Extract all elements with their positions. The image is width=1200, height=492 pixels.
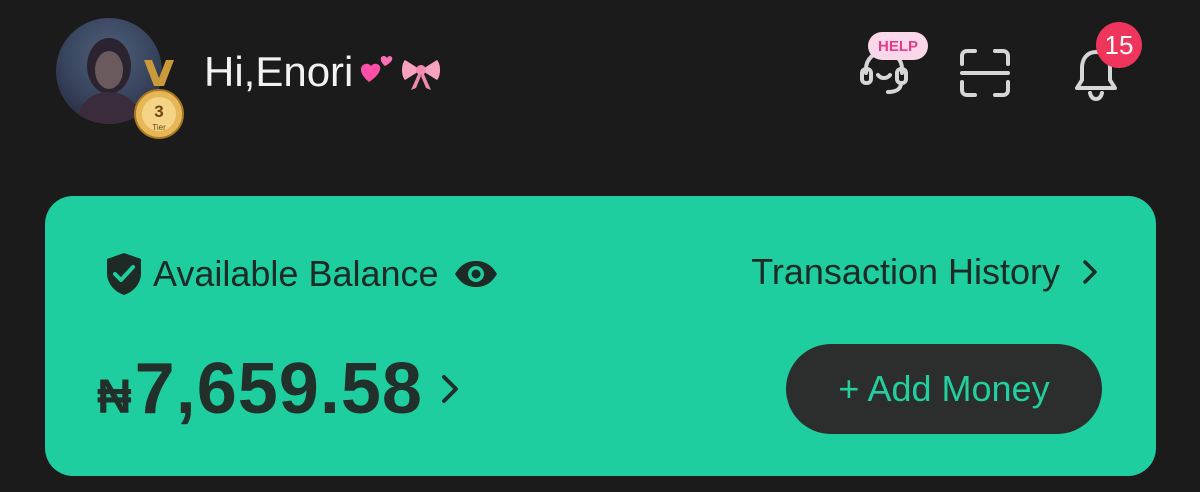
greeting: Hi,Enori [204,42,441,102]
available-balance-row: Available Balance [103,250,499,298]
chevron-right-icon [1083,260,1097,284]
greeting-text: Hi,Enori [204,48,354,95]
ribbon-emoji-icon [402,60,441,90]
balance-card: Available Balance Transaction History ₦7… [45,196,1156,476]
eye-icon[interactable] [453,259,499,289]
notification-count-badge: 15 [1096,22,1142,68]
app-header: 3 Tier Hi,Enori HELP 15 [0,0,1200,150]
add-money-button[interactable]: + Add Money [786,344,1102,434]
tier-label: Tier [152,123,166,132]
balance-amount: ₦7,659.58 [97,348,423,430]
available-balance-label: Available Balance [153,253,439,294]
profile-avatar[interactable]: 3 Tier [56,18,184,139]
scan-button[interactable] [956,46,1014,100]
shield-check-icon [107,253,141,295]
transaction-history-label: Transaction History [751,251,1060,292]
help-badge[interactable]: HELP [868,32,929,60]
amount-value: 7,659.58 [134,349,423,429]
currency-symbol: ₦ [97,371,133,424]
balance-amount-row[interactable]: ₦7,659.58 [97,344,459,434]
two-hearts-emoji-icon [361,56,393,82]
scan-icon [960,49,1010,97]
tier-number: 3 [154,102,163,121]
chevron-right-icon [441,375,458,403]
tier-medal-icon: 3 Tier [134,60,184,139]
transaction-history-link[interactable]: Transaction History [751,248,1098,296]
